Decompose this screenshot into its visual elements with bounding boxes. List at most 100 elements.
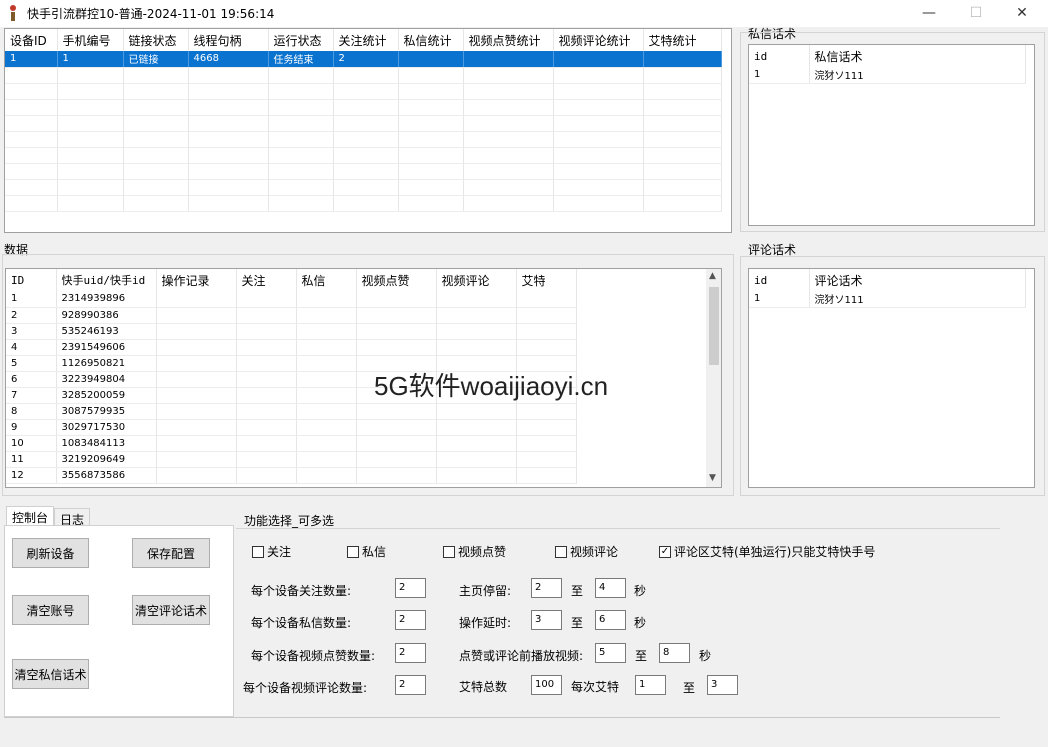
- table-cell: [356, 435, 437, 452]
- play-min-input[interactable]: 5: [595, 643, 626, 663]
- column-header[interactable]: 快手uid/快手id: [56, 269, 157, 291]
- table-cell: [156, 403, 237, 420]
- checkbox-box[interactable]: [347, 545, 359, 558]
- data-scrollbar[interactable]: ▲ ▼: [706, 269, 721, 487]
- column-header[interactable]: 艾特: [516, 269, 577, 291]
- checkbox-comment-at[interactable]: ✓ 评论区艾特(单独运行)只能艾特快手号: [659, 543, 875, 560]
- column-header[interactable]: 评论话术: [809, 269, 1026, 291]
- column-header[interactable]: 艾特统计: [643, 29, 722, 51]
- column-header[interactable]: 私信话术: [809, 45, 1026, 67]
- clear-account-button[interactable]: 清空账号: [12, 595, 89, 625]
- table-row[interactable]: 1 浣犲ソ111: [749, 67, 1026, 84]
- at-each-min-input[interactable]: 1: [635, 675, 666, 695]
- table-cell: 任务结束: [268, 51, 334, 68]
- tab-log[interactable]: 日志: [54, 508, 91, 527]
- table-cell: [356, 451, 437, 468]
- table-cell: 3556873586: [56, 467, 157, 484]
- column-header[interactable]: 私信: [296, 269, 357, 291]
- column-header[interactable]: 设备ID: [5, 29, 58, 51]
- refresh-devices-button[interactable]: 刷新设备: [12, 538, 89, 568]
- like-count-input[interactable]: 2: [395, 643, 426, 663]
- column-header[interactable]: 视频评论统计: [553, 29, 644, 51]
- column-header[interactable]: 视频点赞: [356, 269, 437, 291]
- home-stay-max-input[interactable]: 4: [595, 578, 626, 598]
- empty-cell: [333, 115, 399, 132]
- scroll-thumb[interactable]: [709, 287, 719, 365]
- table-row[interactable]: 4 2391549606: [6, 339, 577, 356]
- minimize-button[interactable]: —: [906, 0, 952, 27]
- table-row[interactable]: 1 2314939896: [6, 291, 577, 308]
- table-cell: 3285200059: [56, 387, 157, 404]
- private-scripts-table[interactable]: id 私信话术 1 浣犲ソ111: [748, 44, 1035, 226]
- save-config-button[interactable]: 保存配置: [132, 538, 210, 568]
- scroll-up-icon[interactable]: ▲: [709, 271, 716, 281]
- column-header[interactable]: 线程句柄: [188, 29, 269, 51]
- checkbox-private[interactable]: 私信: [347, 543, 386, 560]
- play-max-input[interactable]: 8: [659, 643, 690, 663]
- checkbox-follow[interactable]: 关注: [252, 543, 291, 560]
- empty-row: [5, 67, 722, 84]
- column-header[interactable]: 关注: [236, 269, 297, 291]
- table-row[interactable]: 3 535246193: [6, 323, 577, 340]
- checkbox-box[interactable]: [443, 545, 455, 558]
- column-header[interactable]: 视频评论: [436, 269, 517, 291]
- comment-scripts-table[interactable]: id 评论话术 1 浣犲ソ111: [748, 268, 1035, 488]
- column-header[interactable]: 链接状态: [123, 29, 189, 51]
- table-row[interactable]: 8 3087579935: [6, 403, 577, 420]
- empty-cell: [643, 195, 722, 212]
- empty-row: [5, 115, 722, 132]
- clear-private-scripts-button[interactable]: 清空私信话术: [12, 659, 89, 689]
- comment-count-input[interactable]: 2: [395, 675, 426, 695]
- table-cell: [156, 419, 237, 436]
- private-count-input[interactable]: 2: [395, 610, 426, 630]
- close-button[interactable]: ✕: [999, 0, 1045, 27]
- to-label: 至: [683, 681, 696, 695]
- table-row[interactable]: 2 928990386: [6, 307, 577, 324]
- tab-console[interactable]: 控制台: [6, 506, 55, 526]
- column-header[interactable]: 手机编号: [57, 29, 124, 51]
- column-header[interactable]: 关注统计: [333, 29, 399, 51]
- table-row[interactable]: 11 3219209649: [6, 451, 577, 468]
- table-cell: [398, 51, 464, 68]
- table-cell: [156, 451, 237, 468]
- column-header[interactable]: 运行状态: [268, 29, 334, 51]
- table-cell: 928990386: [56, 307, 157, 324]
- clear-comment-scripts-button[interactable]: 清空评论话术: [132, 595, 210, 625]
- empty-cell: [643, 147, 722, 164]
- column-header[interactable]: 私信统计: [398, 29, 464, 51]
- op-delay-min-input[interactable]: 3: [531, 610, 562, 630]
- empty-cell: [463, 131, 554, 148]
- maximize-button[interactable]: ☐: [953, 0, 999, 27]
- scroll-down-icon[interactable]: ▼: [709, 473, 716, 483]
- device-table[interactable]: 设备ID 手机编号 链接状态 线程句柄 运行状态 关注统计 私信统计 视频点赞统计 视频评论统计…: [4, 28, 732, 233]
- empty-cell: [188, 83, 269, 100]
- checkbox-video-like[interactable]: 视频点赞: [443, 543, 506, 560]
- follow-count-input[interactable]: 2: [395, 578, 426, 598]
- op-delay-max-input[interactable]: 6: [595, 610, 626, 630]
- empty-cell: [123, 147, 189, 164]
- checkmark-icon[interactable]: ✓: [659, 545, 671, 558]
- checkbox-box[interactable]: [252, 545, 264, 558]
- column-header[interactable]: 操作记录: [156, 269, 237, 291]
- at-total-input[interactable]: 100: [531, 675, 562, 695]
- table-row[interactable]: 1 浣犲ソ111: [749, 291, 1026, 308]
- home-stay-min-input[interactable]: 2: [531, 578, 562, 598]
- empty-cell: [333, 163, 399, 180]
- column-header[interactable]: id: [749, 45, 810, 67]
- column-header[interactable]: ID: [6, 269, 57, 291]
- table-row[interactable]: 12 3556873586: [6, 467, 577, 484]
- table-row[interactable]: 9 3029717530: [6, 419, 577, 436]
- table-cell: [236, 371, 297, 388]
- checkbox-video-comment[interactable]: 视频评论: [555, 543, 618, 560]
- table-row[interactable]: 1 1 已链接 4668 任务结束 2: [5, 51, 722, 68]
- column-header[interactable]: id: [749, 269, 810, 291]
- data-table[interactable]: ID 快手uid/快手id 操作记录 关注 私信 视频点赞 视频评论 艾特 1 23149398…: [5, 268, 722, 488]
- empty-cell: [643, 163, 722, 180]
- empty-cell: [398, 83, 464, 100]
- column-header[interactable]: 视频点赞统计: [463, 29, 554, 51]
- at-each-max-input[interactable]: 3: [707, 675, 738, 695]
- empty-cell: [333, 131, 399, 148]
- table-cell: 12: [6, 467, 57, 484]
- table-row[interactable]: 10 1083484113: [6, 435, 577, 452]
- checkbox-box[interactable]: [555, 545, 567, 558]
